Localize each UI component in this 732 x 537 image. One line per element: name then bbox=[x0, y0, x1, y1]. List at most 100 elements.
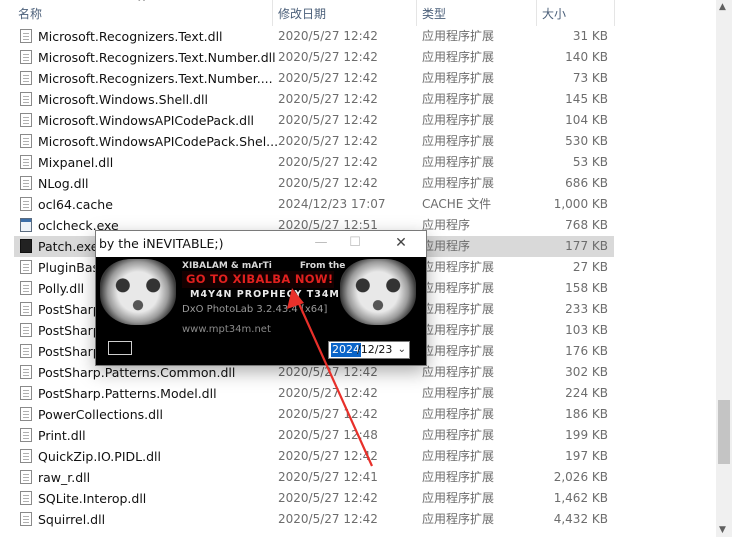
banner-credits: XIBALAM & mArTi From the bbox=[182, 261, 346, 271]
file-row[interactable]: Microsoft.Recognizers.Text.Number.... 202… bbox=[14, 68, 614, 89]
file-type: 应用程序扩展 bbox=[422, 71, 495, 85]
column-divider[interactable] bbox=[536, 0, 537, 26]
file-size: 176 KB bbox=[565, 344, 608, 358]
file-size: 73 KB bbox=[572, 71, 608, 85]
column-divider[interactable] bbox=[416, 0, 417, 26]
file-date: 2020/5/27 12:42 bbox=[278, 71, 378, 85]
file-size: 197 KB bbox=[565, 449, 608, 463]
dll-file-icon bbox=[20, 386, 32, 400]
file-size: 53 KB bbox=[572, 155, 608, 169]
file-size: 103 KB bbox=[565, 323, 608, 337]
column-type[interactable]: 类型 bbox=[422, 0, 446, 26]
file-row[interactable]: PostSharp.Patterns.Common.dll 2020/5/27 1… bbox=[14, 362, 614, 383]
file-size: 302 KB bbox=[565, 365, 608, 379]
file-type: 应用程序扩展 bbox=[422, 428, 495, 442]
file-size: 686 KB bbox=[565, 176, 608, 190]
scrollbar-thumb[interactable] bbox=[718, 400, 730, 464]
file-name: QuickZip.IO.PIDL.dll bbox=[38, 449, 161, 464]
file-size: 27 KB bbox=[572, 260, 608, 274]
file-name: Microsoft.Recognizers.Text.Number.... bbox=[38, 71, 273, 86]
file-date: 2020/5/27 12:42 bbox=[278, 407, 378, 421]
file-row[interactable]: Microsoft.Recognizers.Text.dll 2020/5/27 … bbox=[14, 26, 614, 47]
minimize-button[interactable]: — bbox=[306, 231, 336, 257]
banner-slogan: GO TO XIBALBA NOW! bbox=[182, 271, 334, 288]
file-row[interactable]: Microsoft.Windows.Shell.dll 2020/5/27 12:… bbox=[14, 89, 614, 110]
skull-logo-right bbox=[340, 259, 416, 325]
generic-file-icon bbox=[20, 197, 32, 211]
dll-file-icon bbox=[20, 512, 32, 526]
sort-ascending-icon: ^ bbox=[137, 0, 147, 9]
dll-file-icon bbox=[20, 470, 32, 484]
dll-file-icon bbox=[20, 134, 32, 148]
file-type: 应用程序扩展 bbox=[422, 260, 495, 274]
file-size: 1,462 KB bbox=[553, 491, 608, 505]
patch-dialog: by the iNEVITABLE;) — ☐ ✕ XIBALAM & mArT… bbox=[96, 231, 426, 365]
patch-button[interactable] bbox=[108, 341, 132, 355]
file-size: 31 KB bbox=[572, 29, 608, 43]
file-type: 应用程序扩展 bbox=[422, 155, 495, 169]
file-type: 应用程序扩展 bbox=[422, 134, 495, 148]
vertical-scrollbar[interactable]: ▲ ▼ bbox=[716, 0, 732, 537]
file-name: PostSharp.Patterns.Common.dll bbox=[38, 365, 236, 380]
file-row[interactable]: Print.dll 2020/5/27 12:48 应用程序扩展 199 KB bbox=[14, 425, 614, 446]
file-row[interactable]: Microsoft.Recognizers.Text.Number.dll 202… bbox=[14, 47, 614, 68]
file-row[interactable]: SQLite.Interop.dll 2020/5/27 12:42 应用程序扩展 1… bbox=[14, 488, 614, 509]
file-name: raw_r.dll bbox=[38, 470, 91, 485]
file-name: PostSharp.Patterns.Model.dll bbox=[38, 386, 217, 401]
file-row[interactable]: PowerCollections.dll 2020/5/27 12:42 应用程序扩… bbox=[14, 404, 614, 425]
file-size: 1,000 KB bbox=[553, 197, 608, 211]
file-row[interactable]: Squirrel.dll 2020/5/27 12:42 应用程序扩展 4,432 K… bbox=[14, 509, 614, 530]
scroll-down-icon[interactable]: ▼ bbox=[719, 525, 726, 535]
file-type: 应用程序扩展 bbox=[422, 512, 495, 526]
chevron-down-icon[interactable]: ⌄ bbox=[398, 342, 406, 358]
file-name: Print.dll bbox=[38, 428, 86, 443]
file-size: 233 KB bbox=[565, 302, 608, 316]
exe-file-icon bbox=[20, 218, 32, 232]
file-row[interactable]: PostSharp.Patterns.Model.dll 2020/5/27 12… bbox=[14, 383, 614, 404]
file-date: 2020/5/27 12:42 bbox=[278, 176, 378, 190]
scroll-up-icon[interactable]: ▲ bbox=[719, 2, 726, 12]
file-type: 应用程序扩展 bbox=[422, 176, 495, 190]
maximize-button[interactable]: ☐ bbox=[340, 231, 370, 257]
close-button[interactable]: ✕ bbox=[386, 231, 416, 257]
column-divider[interactable] bbox=[272, 0, 273, 26]
file-date: 2020/5/27 12:42 bbox=[278, 50, 378, 64]
column-divider[interactable] bbox=[614, 0, 615, 26]
patch-exe-icon bbox=[20, 239, 32, 253]
column-size[interactable]: 大小 bbox=[542, 0, 566, 26]
file-size: 224 KB bbox=[565, 386, 608, 400]
dll-file-icon bbox=[20, 281, 32, 295]
file-name: PowerCollections.dll bbox=[38, 407, 163, 422]
date-picker[interactable]: 2024 /12/23 ⌄ bbox=[328, 341, 410, 359]
column-name[interactable]: 名称 bbox=[18, 0, 42, 26]
column-date[interactable]: 修改日期 bbox=[278, 0, 326, 26]
file-name: Polly.dll bbox=[38, 281, 85, 296]
file-row[interactable]: Microsoft.WindowsAPICodePack.dll 2020/5/2… bbox=[14, 110, 614, 131]
column-header: ^ 名称 修改日期 类型 大小 bbox=[0, 0, 732, 26]
dialog-titlebar[interactable]: by the iNEVITABLE;) — ☐ ✕ bbox=[96, 231, 426, 257]
patch-banner: XIBALAM & mArTi From the GO TO XIBALBA NO… bbox=[96, 257, 426, 365]
file-date: 2020/5/27 12:42 bbox=[278, 512, 378, 526]
file-type: 应用程序扩展 bbox=[422, 407, 495, 421]
file-date: 2020/5/27 12:42 bbox=[278, 365, 378, 379]
file-date: 2020/5/27 12:48 bbox=[278, 428, 378, 442]
file-row[interactable]: NLog.dll 2020/5/27 12:42 应用程序扩展 686 KB bbox=[14, 173, 614, 194]
file-type: 应用程序扩展 bbox=[422, 344, 495, 358]
file-type: 应用程序扩展 bbox=[422, 449, 495, 463]
date-month-day[interactable]: /12/23 bbox=[357, 343, 392, 357]
file-row[interactable]: Mixpanel.dll 2020/5/27 12:42 应用程序扩展 53 KB bbox=[14, 152, 614, 173]
file-row[interactable]: ocl64.cache 2024/12/23 17:07 CACHE 文件 1,000… bbox=[14, 194, 614, 215]
file-type: 应用程序扩展 bbox=[422, 281, 495, 295]
file-row[interactable]: raw_r.dll 2020/5/27 12:41 应用程序扩展 2,026 KB bbox=[14, 467, 614, 488]
dll-file-icon bbox=[20, 155, 32, 169]
file-row[interactable]: QuickZip.IO.PIDL.dll 2020/5/27 12:42 应用程序扩… bbox=[14, 446, 614, 467]
file-type: 应用程序扩展 bbox=[422, 50, 495, 64]
file-type: 应用程序扩展 bbox=[422, 29, 495, 43]
dll-file-icon bbox=[20, 260, 32, 274]
file-date: 2020/5/27 12:42 bbox=[278, 386, 378, 400]
file-row[interactable]: Microsoft.WindowsAPICodePack.Shel... 2020… bbox=[14, 131, 614, 152]
dll-file-icon bbox=[20, 29, 32, 43]
file-date: 2020/5/27 12:42 bbox=[278, 113, 378, 127]
dll-file-icon bbox=[20, 323, 32, 337]
file-type: 应用程序扩展 bbox=[422, 113, 495, 127]
